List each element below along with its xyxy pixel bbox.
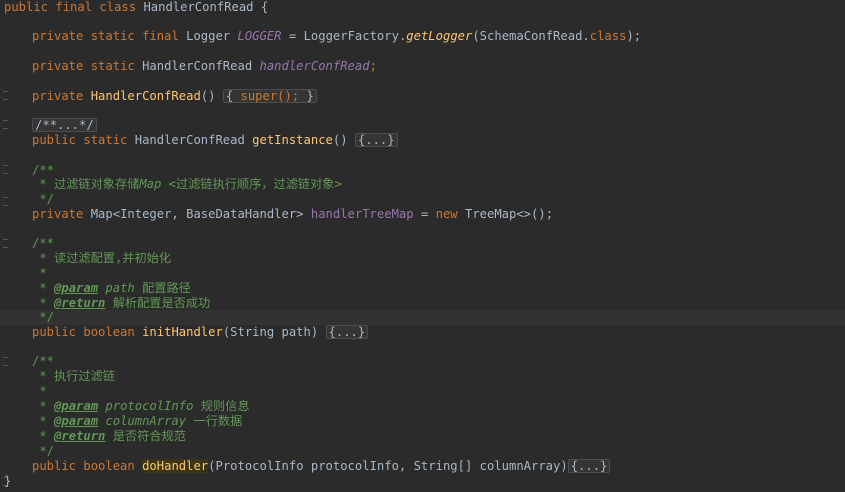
current-line: */ bbox=[0, 310, 845, 325]
code-line: private static final Logger LOGGER = Log… bbox=[32, 29, 642, 43]
code-line: private static HandlerConfRead handlerCo… bbox=[32, 59, 377, 73]
code-line: /**...*/ bbox=[4, 118, 845, 133]
code-line: * @param path 配置路径 bbox=[32, 281, 191, 295]
code-line: * 过滤链对象存储Map <过滤链执行顺序，过滤链对象> bbox=[32, 177, 342, 191]
folded-block[interactable]: {...} bbox=[567, 459, 611, 473]
code-line: } bbox=[4, 474, 12, 488]
code-line: * 执行过滤链 bbox=[32, 369, 115, 383]
folded-comment[interactable]: /**...*/ bbox=[32, 118, 97, 132]
code-line: * bbox=[32, 384, 47, 398]
code-line: private HandlerConfRead() { super(); } bbox=[4, 89, 845, 104]
code-line: public boolean doHandler(ProtocolInfo pr… bbox=[4, 459, 845, 474]
code-line: * bbox=[32, 266, 47, 280]
code-editor[interactable]: public final class HandlerConfRead { pri… bbox=[0, 0, 845, 492]
code-line: public final class HandlerConfRead { bbox=[4, 0, 269, 14]
code-line: public boolean initHandler(String path) … bbox=[4, 325, 845, 340]
code-line: public static HandlerConfRead getInstanc… bbox=[4, 133, 845, 148]
code-line: * 读过滤配置,并初始化 bbox=[32, 251, 172, 265]
code-line: */ bbox=[32, 192, 55, 206]
code-line: * @return 解析配置是否成功 bbox=[32, 296, 211, 310]
code-line: private Map<Integer, BaseDataHandler> ha… bbox=[32, 207, 554, 221]
code-line: /** bbox=[32, 354, 55, 368]
folded-block[interactable]: { super(); } bbox=[222, 89, 317, 103]
folded-block[interactable]: {...} bbox=[354, 133, 398, 147]
code-line: * @param columnArray 一行数据 bbox=[32, 414, 243, 428]
code-line: /** bbox=[32, 163, 55, 177]
code-line: /** bbox=[32, 236, 55, 250]
folded-block[interactable]: {...} bbox=[325, 325, 369, 339]
code-line: * @param protocolInfo 规则信息 bbox=[32, 399, 250, 413]
code-line: * @return 是否符合规范 bbox=[32, 429, 186, 443]
code-line: */ bbox=[32, 444, 55, 458]
highlighted-method[interactable]: doHandler bbox=[142, 459, 209, 473]
